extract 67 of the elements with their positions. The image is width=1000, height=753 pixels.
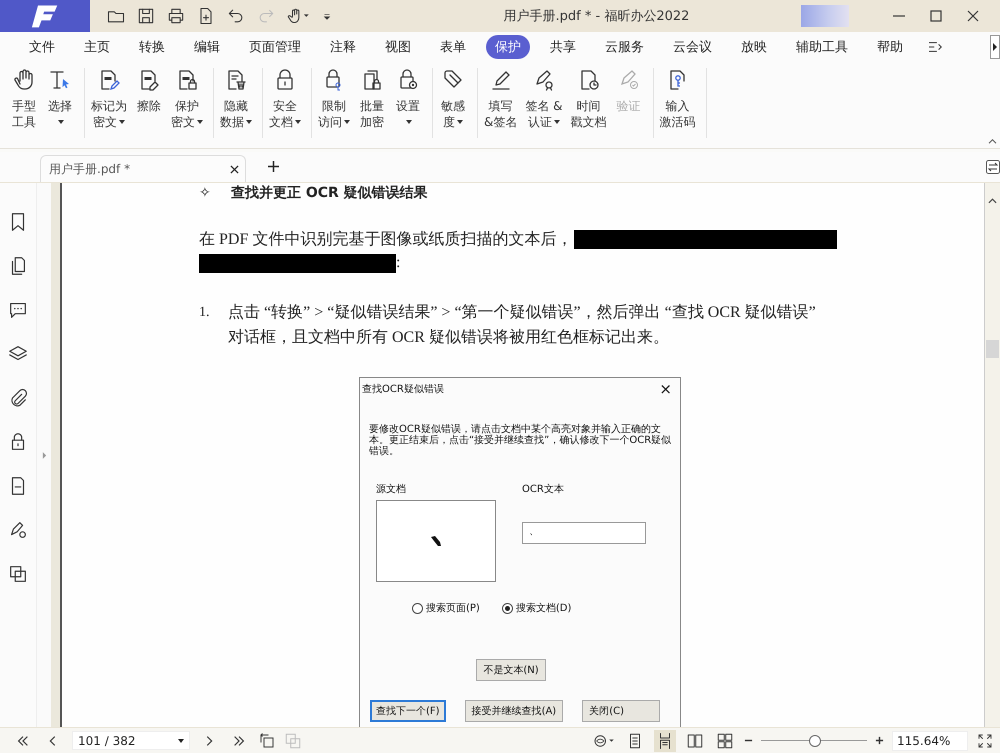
- collapse-ribbon-icon[interactable]: [988, 138, 997, 145]
- dialog-description: 要修改OCR疑似错误，请点击文档中某个高亮对象并输入正确的文本。更正结束后，点击“接受并继续查找”，确认修改下一个OCR疑似错误。: [369, 424, 672, 457]
- menu-tab[interactable]: 放映: [732, 35, 776, 59]
- document-tab[interactable]: 用户手册.pdf *: [40, 155, 246, 182]
- scroll-up-icon[interactable]: [988, 198, 997, 204]
- ribbon-button[interactable]: 手型 工具: [8, 68, 40, 138]
- print-icon[interactable]: [166, 6, 186, 26]
- rotate-page-icon[interactable]: [258, 732, 276, 750]
- copy-icon[interactable]: [7, 563, 29, 585]
- ribbon-button[interactable]: 安全 文档: [267, 68, 303, 138]
- continuous-page-icon[interactable]: [654, 730, 676, 752]
- ocr-label: OCR文本: [522, 482, 565, 496]
- ribbon-button[interactable]: 批量 加密: [356, 68, 388, 138]
- window-title: 用户手册.pdf * - 福昕办公2022: [502, 8, 690, 25]
- menu-tab[interactable]: 表单: [431, 35, 475, 59]
- menu-tab[interactable]: 云服务: [596, 35, 653, 59]
- menu-tab[interactable]: 帮助: [868, 35, 912, 59]
- dialog-title: 查找OCR疑似错误: [362, 382, 444, 397]
- ribbon-button[interactable]: 填写 &签名: [482, 68, 520, 138]
- menu-tab[interactable]: 转换: [130, 35, 174, 59]
- save-icon[interactable]: [136, 6, 156, 26]
- radio-label: 搜索页面(P): [426, 602, 480, 615]
- menu-tab[interactable]: 页面管理: [240, 35, 310, 59]
- ribbon-button[interactable]: 选择: [44, 68, 76, 138]
- zoom-in-icon[interactable]: [875, 736, 884, 745]
- expand-panel-icon[interactable]: [42, 450, 46, 460]
- menu-tab[interactable]: 共享: [541, 35, 585, 59]
- panel-toggle-icon[interactable]: [986, 160, 1000, 174]
- menu-tab[interactable]: 文件: [20, 35, 64, 59]
- ribbon-button[interactable]: 签名 & 认证: [523, 68, 565, 138]
- menu-tab[interactable]: 视图: [376, 35, 420, 59]
- ribbon-button[interactable]: 擦除: [133, 68, 165, 138]
- radio-label: 搜索文档(D): [516, 602, 572, 615]
- ribbon-button[interactable]: 标记为 密文: [89, 68, 129, 138]
- ribbon-button[interactable]: 隐藏 数据: [218, 68, 254, 138]
- fullscreen-icon[interactable]: [976, 732, 994, 750]
- last-page-icon[interactable]: [232, 734, 246, 748]
- menu-tab[interactable]: 注释: [321, 35, 365, 59]
- zoom-slider-thumb[interactable]: [809, 735, 821, 747]
- ribbon-button[interactable]: 时间 戳文档: [568, 68, 609, 138]
- first-page-icon[interactable]: [16, 734, 30, 748]
- ribbon-button[interactable]: 保护 密文: [169, 68, 205, 138]
- ribbon-button[interactable]: 设置: [392, 68, 424, 138]
- ribbon-button[interactable]: 敏感 度: [437, 68, 469, 138]
- menu-tab[interactable]: 编辑: [185, 35, 229, 59]
- section-heading: 查找并更正 OCR 疑似错误结果: [231, 184, 428, 202]
- ribbon-button[interactable]: 输入 激活码: [658, 68, 698, 138]
- menu-tab[interactable]: 辅助工具: [787, 35, 857, 59]
- list-text: 对话框，且文档中所有 OCR 疑似错误将被用红色框标记出来。: [228, 328, 670, 348]
- paragraph-text: 在 PDF 文件中识别完基于图像或纸质扫描的文本后，: [199, 230, 572, 250]
- paragraph-text: :: [396, 254, 400, 272]
- page-number-field[interactable]: 101 / 382: [72, 731, 190, 750]
- heading-bullet: ✧: [199, 185, 212, 201]
- source-label: 源文档: [376, 482, 407, 496]
- close-tab-icon[interactable]: [230, 164, 239, 174]
- menu-tab[interactable]: 主页: [75, 35, 119, 59]
- menu-tab[interactable]: 云会议: [664, 35, 721, 59]
- scan-mark-icon: [429, 534, 443, 548]
- zoom-field[interactable]: 115.64%: [892, 730, 968, 750]
- close-sign: ×: [659, 382, 672, 400]
- scroll-thumb[interactable]: [986, 340, 999, 358]
- ribbon-button[interactable]: 限制 访问: [316, 68, 352, 138]
- new-tab-icon[interactable]: [268, 161, 279, 172]
- scrollbar[interactable]: [984, 183, 1000, 727]
- list-text: 点击 “转换” > “疑似错误结果” > “第一个疑似错误”，然后弹出 “查找 OCR 疑似错误”: [228, 302, 816, 323]
- list-number: 1.: [199, 304, 210, 322]
- menu-tab[interactable]: 保护: [486, 35, 530, 59]
